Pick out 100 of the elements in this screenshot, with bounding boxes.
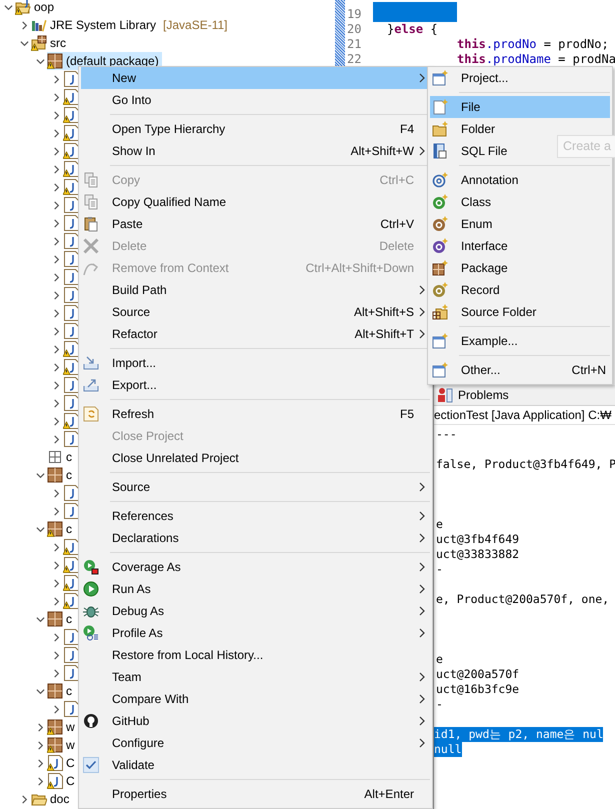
- menu-item[interactable]: Team: [81, 666, 430, 688]
- chevron-icon[interactable]: [52, 668, 61, 678]
- chevron-icon[interactable]: [52, 560, 61, 570]
- menu-item[interactable]: Source Alt+Shift+S: [81, 301, 430, 323]
- chevron-icon[interactable]: [52, 200, 61, 210]
- menu-item[interactable]: Coverage As: [81, 556, 430, 578]
- chevron-icon[interactable]: [52, 380, 61, 390]
- menu-item[interactable]: Paste Ctrl+V: [81, 213, 430, 235]
- chevron-icon[interactable]: [52, 92, 61, 102]
- tree-item[interactable]: c: [47, 682, 75, 700]
- menu-item[interactable]: Go Into: [81, 89, 430, 111]
- tree-item[interactable]: C: [47, 772, 78, 790]
- menu-item[interactable]: Configure: [81, 732, 430, 754]
- shortcut-label: Ctrl+Alt+Shift+Down: [306, 261, 414, 275]
- chevron-icon[interactable]: [52, 488, 61, 498]
- chevron-icon[interactable]: [52, 596, 61, 606]
- menu-item[interactable]: New: [81, 67, 430, 89]
- menu-item[interactable]: References: [81, 505, 430, 527]
- chevron-icon[interactable]: [52, 398, 61, 408]
- tree-item[interactable]: c: [47, 610, 75, 628]
- chevron-icon[interactable]: [20, 20, 29, 30]
- chevron-icon[interactable]: [36, 722, 45, 732]
- menu-item[interactable]: Show In Alt+Shift+W: [81, 140, 430, 162]
- menu-item[interactable]: Source Folder: [430, 301, 610, 323]
- menu-item[interactable]: Run As: [81, 578, 430, 600]
- chevron-icon[interactable]: [52, 236, 61, 246]
- menu-item[interactable]: Record: [430, 279, 610, 301]
- tree-item[interactable]: C: [47, 754, 78, 772]
- chevron-icon[interactable]: [36, 470, 45, 480]
- chevron-icon[interactable]: [52, 344, 61, 354]
- menu-item[interactable]: Example...: [430, 330, 610, 352]
- chevron-icon[interactable]: [52, 326, 61, 336]
- menu-item[interactable]: Build Path: [81, 279, 430, 301]
- play-circle-icon: [83, 625, 99, 641]
- menu-item[interactable]: Validate: [81, 754, 430, 776]
- chevron-icon[interactable]: [52, 272, 61, 282]
- menu-item[interactable]: GitHub: [81, 710, 430, 732]
- chevron-icon[interactable]: [4, 2, 13, 12]
- chevron-icon[interactable]: [52, 182, 61, 192]
- chevron-icon[interactable]: [36, 524, 45, 534]
- chevron-icon[interactable]: [20, 38, 29, 48]
- chevron-icon[interactable]: [52, 290, 61, 300]
- tree-item[interactable]: src: [31, 34, 69, 52]
- menu-item[interactable]: Annotation: [430, 169, 610, 191]
- chevron-icon[interactable]: [52, 434, 61, 444]
- chevron-icon[interactable]: [52, 506, 61, 516]
- menu-item[interactable]: Interface: [430, 235, 610, 257]
- tree-item[interactable]: c: [47, 466, 75, 484]
- chevron-icon[interactable]: [52, 128, 61, 138]
- tree-item[interactable]: w: [47, 736, 78, 754]
- menu-item[interactable]: Class: [430, 191, 610, 213]
- chevron-icon[interactable]: [36, 758, 45, 768]
- menu-item[interactable]: Properties Alt+Enter: [81, 783, 430, 805]
- chevron-icon[interactable]: [36, 614, 45, 624]
- round-logo-icon: [83, 713, 99, 729]
- tree-item[interactable]: JRE System Library [JavaSE-11]: [31, 16, 231, 34]
- menu-item[interactable]: Import...: [81, 352, 430, 374]
- chevron-icon[interactable]: [52, 416, 61, 426]
- menu-item[interactable]: Open Type Hierarchy F4: [81, 118, 430, 140]
- tree-item[interactable]: c: [47, 448, 75, 466]
- tree-item[interactable]: w: [47, 718, 78, 736]
- chevron-icon[interactable]: [52, 542, 61, 552]
- chevron-icon[interactable]: [36, 56, 45, 66]
- circle-plus-icon: [432, 194, 448, 210]
- chevron-icon[interactable]: [52, 164, 61, 174]
- chevron-icon[interactable]: [52, 74, 61, 84]
- tree-item[interactable]: oop: [15, 0, 58, 16]
- menu-item[interactable]: Package: [430, 257, 610, 279]
- menu-item[interactable]: Restore from Local History...: [81, 644, 430, 666]
- chevron-icon[interactable]: [52, 704, 61, 714]
- chevron-icon[interactable]: [36, 776, 45, 786]
- menu-item[interactable]: Refresh F5: [81, 403, 430, 425]
- menu-item[interactable]: Close Unrelated Project: [81, 447, 430, 469]
- menu-item[interactable]: Other... Ctrl+N: [430, 359, 610, 381]
- refresh-icon: [83, 406, 99, 422]
- tree-item[interactable]: doc: [31, 790, 72, 808]
- chevron-icon[interactable]: [52, 218, 61, 228]
- chevron-icon[interactable]: [20, 794, 29, 804]
- chevron-icon[interactable]: [52, 632, 61, 642]
- menu-item[interactable]: Enum: [430, 213, 610, 235]
- menu-item[interactable]: Project...: [430, 67, 610, 89]
- tree-item[interactable]: c: [47, 520, 75, 538]
- menu-item[interactable]: File: [430, 96, 610, 118]
- menu-item[interactable]: Profile As: [81, 622, 430, 644]
- chevron-icon[interactable]: [52, 110, 61, 120]
- chevron-icon[interactable]: [36, 686, 45, 696]
- chevron-icon[interactable]: [52, 254, 61, 264]
- chevron-icon[interactable]: [36, 740, 45, 750]
- menu-item[interactable]: Declarations: [81, 527, 430, 549]
- menu-item[interactable]: Copy Qualified Name: [81, 191, 430, 213]
- chevron-icon[interactable]: [52, 362, 61, 372]
- menu-item[interactable]: Refactor Alt+Shift+T: [81, 323, 430, 345]
- menu-item[interactable]: Debug As: [81, 600, 430, 622]
- chevron-icon[interactable]: [52, 308, 61, 318]
- menu-item[interactable]: Export...: [81, 374, 430, 396]
- chevron-icon[interactable]: [52, 146, 61, 156]
- chevron-icon[interactable]: [52, 578, 61, 588]
- chevron-icon[interactable]: [52, 650, 61, 660]
- menu-item[interactable]: Source: [81, 476, 430, 498]
- menu-item[interactable]: Compare With: [81, 688, 430, 710]
